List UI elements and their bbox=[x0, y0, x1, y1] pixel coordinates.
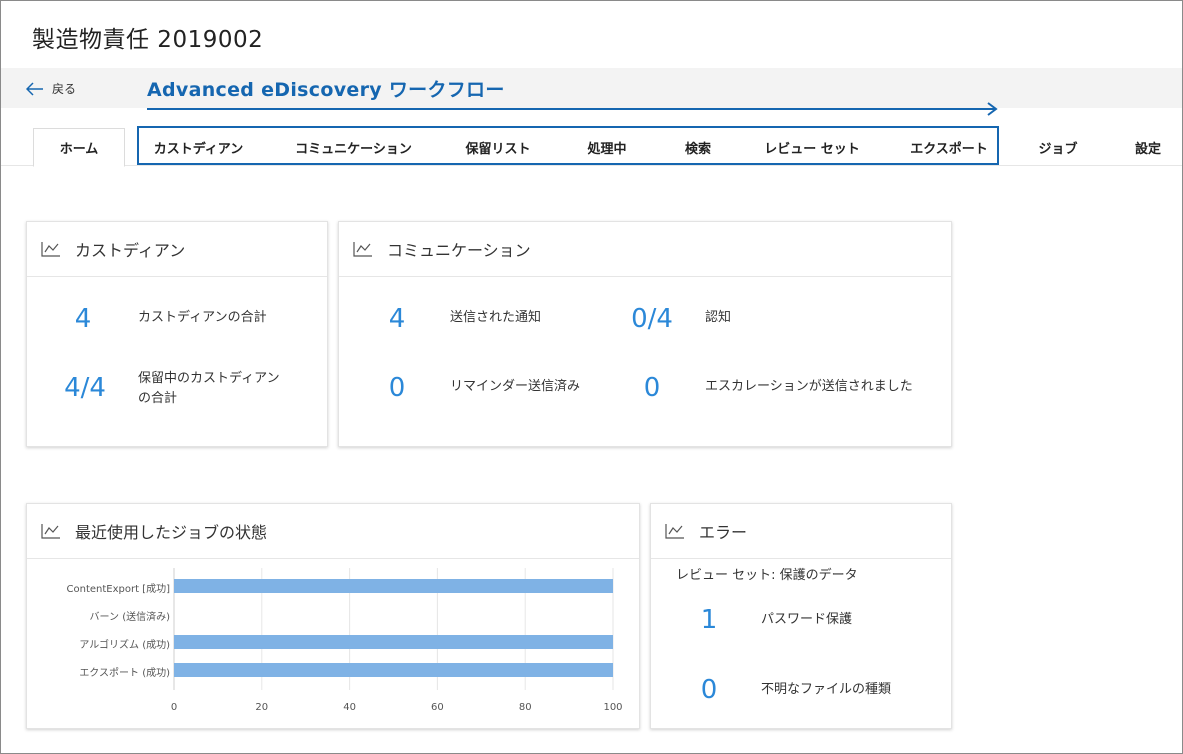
chart-x-tick-label: 40 bbox=[343, 702, 356, 713]
chart-bar bbox=[174, 579, 613, 593]
custodians-card: カストディアン 4 カストディアンの合計 4/4 保留中のカストディアン の合計 bbox=[26, 221, 328, 447]
jobs-card: 最近使用したジョブの状態 0 20 40 60 80 100 ContentExport [… bbox=[26, 503, 640, 729]
chart-x-tick-label: 100 bbox=[603, 702, 622, 713]
workflow-arrow-icon bbox=[147, 102, 998, 116]
card-title: コミュニケーション bbox=[387, 241, 531, 260]
chart-x-tick-label: 60 bbox=[431, 702, 444, 713]
jobs-bar-chart: 0 20 40 60 80 100 ContentExport [成功] バーン (送信済み)… bbox=[67, 568, 623, 713]
communications-escalation-value: 0 bbox=[643, 373, 661, 403]
workflow-label: Advanced eDiscovery ワークフロー bbox=[147, 79, 505, 101]
tab-home[interactable]: ホーム bbox=[33, 128, 125, 167]
custodians-hold-label: 保留中のカストディアン の合計 bbox=[138, 369, 280, 409]
card-header: エラー bbox=[651, 504, 951, 559]
page-title: 製造物責任 2019002 bbox=[32, 27, 264, 53]
custodians-total-value: 4 bbox=[74, 304, 92, 334]
custodians-hold-value: 4/4 bbox=[64, 373, 106, 403]
custodians-hold-label-line2: の合計 bbox=[138, 391, 178, 406]
communications-ack-label: 認知 bbox=[705, 310, 732, 325]
communications-reminder-value: 0 bbox=[388, 373, 406, 403]
chart-category-label: バーン (送信済み) bbox=[90, 610, 171, 623]
chart-line-icon bbox=[353, 242, 372, 257]
communications-sent-label: 送信された通知 bbox=[450, 310, 542, 325]
errors-password-label: パスワード保護 bbox=[761, 612, 853, 627]
errors-password-value: 1 bbox=[700, 605, 718, 635]
communications-ack-value: 0/4 bbox=[631, 304, 673, 334]
custodians-total-label: カストディアンの合計 bbox=[138, 310, 267, 325]
chart-line-icon bbox=[665, 524, 684, 539]
chart-bar bbox=[174, 663, 613, 677]
communications-escalation-label: エスカレーションが送信されました bbox=[705, 379, 913, 394]
communications-sent-value: 4 bbox=[388, 304, 406, 334]
arrow-left-icon bbox=[26, 81, 43, 96]
chart-bar bbox=[174, 635, 613, 649]
errors-unknown-value: 0 bbox=[700, 675, 718, 705]
chart-x-tick-label: 80 bbox=[519, 702, 532, 713]
chart-category-label: アルゴリズム (成功) bbox=[79, 638, 170, 651]
chart-line-icon bbox=[41, 524, 60, 539]
card-header: コミュニケーション bbox=[339, 222, 951, 277]
chart-x-tick-label: 20 bbox=[255, 702, 268, 713]
communications-card: コミュニケーション 4 送信された通知 0/4 認知 0 リマインダー送信済み … bbox=[338, 221, 952, 447]
chart-category-label: ContentExport [成功] bbox=[67, 583, 171, 595]
back-label: 戻る bbox=[52, 82, 77, 96]
card-title: エラー bbox=[699, 523, 748, 542]
card-header: 最近使用したジョブの状態 bbox=[27, 504, 639, 559]
communications-reminder-label: リマインダー送信済み bbox=[450, 379, 581, 394]
chart-x-tick-label: 0 bbox=[171, 702, 177, 713]
back-button[interactable]: 戻る bbox=[26, 80, 76, 97]
custodians-hold-label-line1: 保留中のカストディアン bbox=[138, 371, 280, 386]
errors-subtitle: レビュー セット: 保護のデータ bbox=[676, 568, 858, 583]
card-title: カストディアン bbox=[75, 241, 186, 260]
tab-settings[interactable]: 設定 bbox=[1118, 128, 1178, 166]
tab-jobs[interactable]: ジョブ bbox=[1026, 128, 1090, 166]
workflow-highlight-box bbox=[137, 126, 999, 165]
chart-line-icon bbox=[41, 242, 60, 257]
errors-card: エラー レビュー セット: 保護のデータ 1 パスワード保護 0 不明なファイル… bbox=[650, 503, 952, 729]
errors-unknown-label: 不明なファイルの種類 bbox=[761, 682, 892, 697]
card-header: カストディアン bbox=[27, 222, 327, 277]
chart-category-label: エクスポート (成功) bbox=[79, 667, 170, 679]
card-title: 最近使用したジョブの状態 bbox=[75, 523, 268, 542]
